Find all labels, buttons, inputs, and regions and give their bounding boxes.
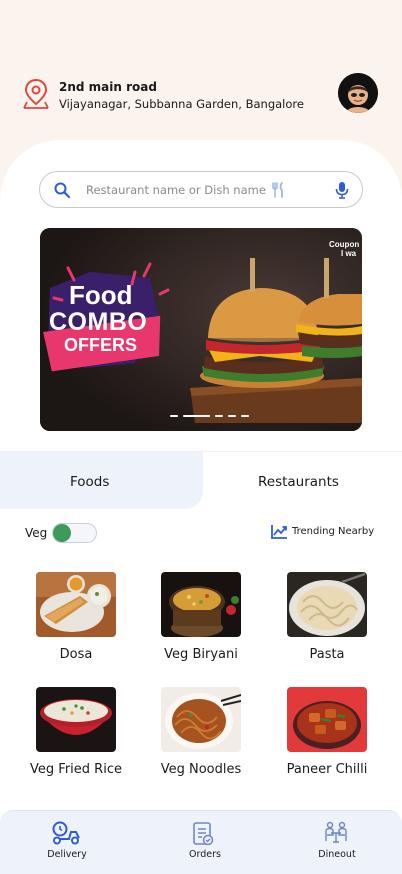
- search-input[interactable]: Restaurant name or Dish name: [86, 183, 266, 197]
- food-item-veg-biryani[interactable]: Veg Biryani: [149, 572, 253, 672]
- nav-dineout-label: Dineout: [318, 849, 356, 860]
- pasta-image: [287, 572, 367, 637]
- banner-combo-text: COMBO: [49, 308, 148, 336]
- banner-brand-line1: Coupon: [329, 240, 360, 249]
- banner-brand: Coupon I wa: [329, 240, 359, 258]
- food-item-name: Pasta: [309, 647, 345, 662]
- food-item-name: Veg Noodles: [160, 762, 242, 777]
- microphone-icon[interactable]: [334, 181, 350, 199]
- fork-knife-icon: [272, 182, 283, 198]
- nav-delivery-label: Delivery: [47, 849, 87, 860]
- veg-toggle-knob: [53, 524, 71, 542]
- category-tabs: Foods Restaurants: [0, 451, 402, 509]
- banner-offers-text: OFFERS: [64, 335, 138, 355]
- carousel-dot-active[interactable]: [183, 415, 210, 417]
- veg-biryani-image: [161, 572, 241, 637]
- food-item-paneer-chilli[interactable]: Paneer Chilli: [275, 687, 379, 787]
- veg-toggle[interactable]: [52, 523, 97, 543]
- carousel-dot[interactable]: [170, 415, 178, 417]
- trending-nearby-link[interactable]: Trending Nearby: [292, 526, 374, 537]
- user-avatar-icon: [338, 73, 378, 113]
- food-item-name: Veg Fried Rice: [30, 762, 122, 777]
- nav-dineout[interactable]: Dineout: [268, 811, 402, 874]
- food-item-pasta[interactable]: Pasta: [275, 572, 379, 672]
- delivery-scooter-icon: [52, 821, 80, 845]
- carousel-dot[interactable]: [241, 415, 249, 417]
- veg-fried-rice-image: [36, 687, 116, 752]
- offer-banner[interactable]: Food COMBO OFFERS Coupon I wa: [40, 228, 362, 431]
- tab-restaurants[interactable]: Restaurants: [203, 452, 402, 509]
- carousel-dot[interactable]: [215, 415, 223, 417]
- food-item-name: Dosa: [59, 647, 93, 662]
- banner-brand-line2: I wa: [341, 249, 357, 258]
- food-item-veg-fried-rice[interactable]: Veg Fried Rice: [24, 687, 128, 787]
- tab-foods[interactable]: Foods: [0, 452, 203, 509]
- search-icon[interactable]: [53, 181, 71, 199]
- profile-avatar[interactable]: [338, 73, 378, 113]
- nav-orders-label: Orders: [189, 849, 221, 860]
- food-item-veg-noodles[interactable]: Veg Noodles: [149, 687, 253, 787]
- food-item-name: Veg Biryani: [164, 647, 238, 662]
- banner-food-text: Food: [69, 280, 133, 310]
- food-item-dosa[interactable]: Dosa: [24, 572, 128, 672]
- tab-foods-label: Foods: [70, 474, 110, 490]
- location-address[interactable]: Vijayanagar, Subbanna Garden, Bangalore: [59, 97, 304, 111]
- bottom-navigation: Delivery Orders Dineout: [0, 810, 402, 874]
- paneer-chilli-image: [287, 687, 367, 752]
- trending-up-icon[interactable]: [271, 524, 288, 539]
- food-item-name: Paneer Chilli: [286, 762, 368, 777]
- carousel-dot[interactable]: [228, 415, 236, 417]
- location-title[interactable]: 2nd main road: [59, 80, 157, 94]
- nav-orders[interactable]: Orders: [134, 811, 268, 874]
- veg-noodles-image: [161, 687, 241, 752]
- location-pin-icon[interactable]: [21, 78, 51, 110]
- nav-delivery[interactable]: Delivery: [0, 811, 134, 874]
- tab-restaurants-label: Restaurants: [258, 474, 339, 490]
- dosa-image: [36, 572, 116, 637]
- dineout-table-icon: [325, 821, 347, 843]
- veg-filter-label: Veg: [25, 526, 48, 540]
- search-bar[interactable]: Restaurant name or Dish name: [39, 171, 363, 208]
- orders-clipboard-icon: [193, 822, 214, 846]
